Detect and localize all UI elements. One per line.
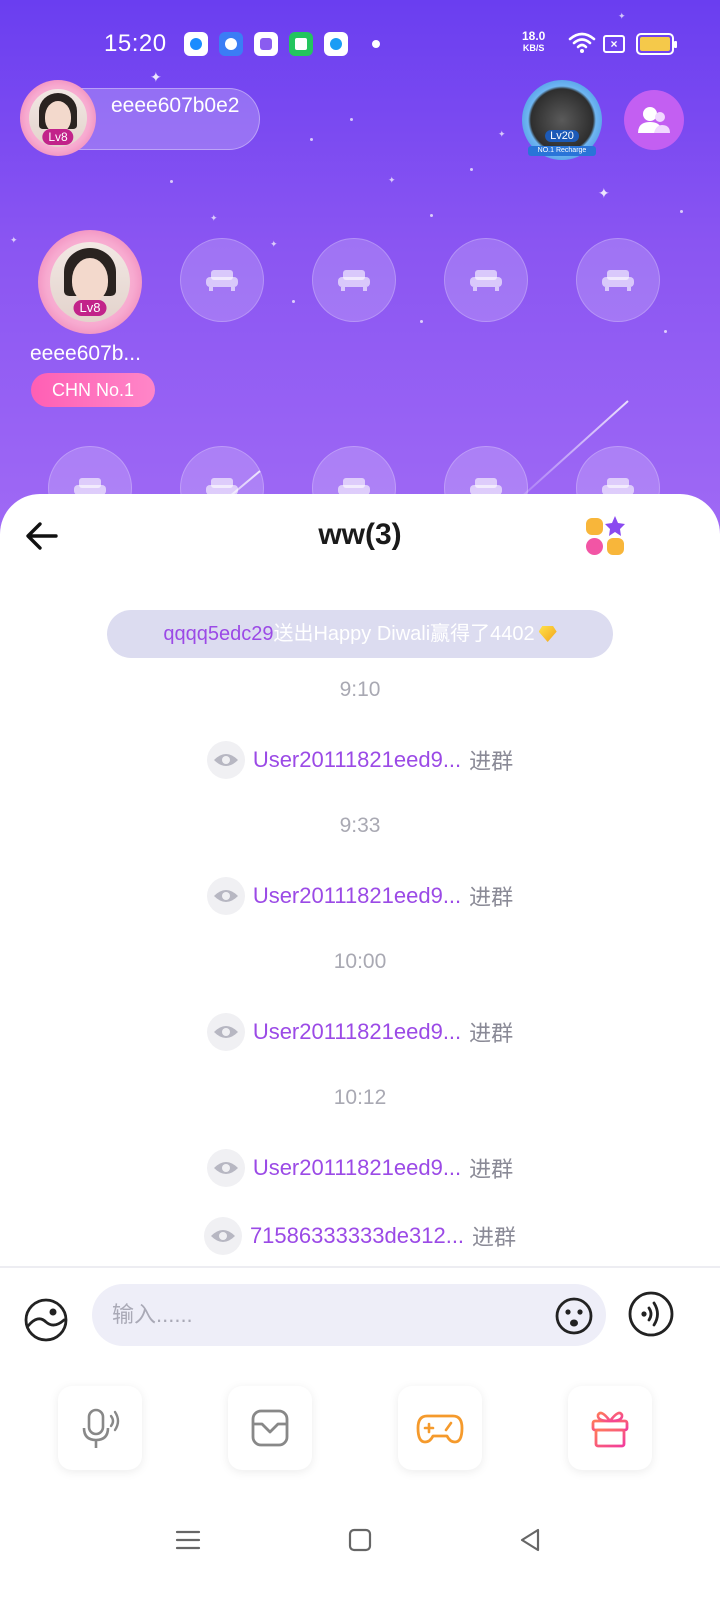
chat-header: ww(3) bbox=[0, 494, 720, 580]
group-chat-sheet: ww(3) qqqq5edc29送出Happy Diwali赢得了4402 9:… bbox=[0, 494, 720, 1600]
more-notifications-dot bbox=[372, 40, 380, 48]
gift-sender[interactable]: qqqq5edc29 bbox=[163, 623, 273, 645]
join-action: 进群 bbox=[469, 1157, 514, 1182]
rank-level: Lv20 bbox=[545, 130, 579, 142]
join-action: 进群 bbox=[469, 885, 514, 910]
app-notification-icon bbox=[184, 32, 208, 56]
eye-icon bbox=[206, 877, 245, 915]
app-notification-icon bbox=[289, 32, 313, 56]
gamepad-icon bbox=[416, 1414, 464, 1444]
network-speed-unit: KB/S bbox=[522, 43, 545, 53]
sofa-icon bbox=[338, 270, 370, 291]
empty-seat[interactable] bbox=[180, 238, 264, 322]
message-timestamp: 10:12 bbox=[333, 1086, 387, 1109]
image-icon[interactable] bbox=[22, 1296, 70, 1344]
rank-badge[interactable]: Lv20 NO.1 Recharge bbox=[522, 80, 602, 160]
rank-ribbon: NO.1 Recharge bbox=[528, 146, 596, 156]
eye-icon bbox=[206, 1149, 245, 1187]
apps-grid-icon[interactable] bbox=[584, 514, 628, 558]
wifi-icon bbox=[568, 32, 596, 53]
join-user-name[interactable]: 71586333333de312... bbox=[250, 1223, 464, 1249]
mic-icon bbox=[82, 1408, 120, 1448]
app-notification-icon bbox=[219, 32, 243, 56]
eye-icon bbox=[206, 1013, 245, 1051]
menu-icon[interactable] bbox=[170, 1522, 206, 1558]
notification-icons bbox=[184, 32, 348, 56]
star-decoration: ✦ bbox=[270, 239, 278, 249]
app-notification-icon bbox=[324, 32, 348, 56]
eye-icon bbox=[206, 741, 245, 779]
message-timestamp: 9:10 bbox=[339, 678, 381, 701]
voice-room-header: ✦ ✦ ✦ ✦ ✦ ✦ ✦ ✦ 15:20 18.0 KB/S × eeee60… bbox=[0, 0, 720, 540]
system-nav-bar bbox=[0, 1494, 720, 1600]
game-button[interactable] bbox=[398, 1386, 482, 1470]
message-input[interactable] bbox=[112, 1284, 532, 1346]
network-speed: 18.0 KB/S bbox=[522, 30, 545, 54]
seat-owner-name: eeee607b... bbox=[30, 342, 141, 365]
status-bar: 15:20 18.0 KB/S × bbox=[0, 0, 720, 90]
members-icon bbox=[638, 107, 670, 133]
sofa-icon bbox=[602, 270, 634, 291]
empty-seat[interactable] bbox=[312, 238, 396, 322]
diamond-icon bbox=[538, 626, 557, 642]
join-user-name[interactable]: User20111821eed9... bbox=[253, 747, 461, 773]
join-event-row: User20111821eed9... 进群 bbox=[0, 1012, 720, 1052]
seat-1-occupied[interactable]: Lv8 bbox=[38, 230, 142, 334]
join-user-name[interactable]: User20111821eed9... bbox=[253, 1155, 461, 1181]
composer bbox=[0, 1284, 720, 1354]
join-action: 进群 bbox=[469, 749, 514, 774]
network-speed-value: 18.0 bbox=[522, 29, 546, 43]
star-decoration: ✦ bbox=[598, 185, 610, 201]
star-decoration: ✦ bbox=[498, 129, 506, 139]
box-button[interactable] bbox=[228, 1386, 312, 1470]
message-timestamp: 10:00 bbox=[333, 950, 387, 973]
star-decoration: ✦ bbox=[10, 235, 18, 245]
emoji-icon[interactable] bbox=[554, 1296, 594, 1336]
message-timestamp: 9:33 bbox=[339, 814, 381, 837]
star-decoration: ✦ bbox=[210, 213, 218, 223]
sofa-icon bbox=[206, 270, 238, 291]
join-user-name[interactable]: User20111821eed9... bbox=[253, 1019, 461, 1045]
gift-icon bbox=[591, 1411, 629, 1448]
host-avatar[interactable]: Lv8 bbox=[20, 80, 96, 156]
host-level-tag: Lv8 bbox=[42, 129, 74, 145]
back-nav-icon[interactable] bbox=[512, 1522, 548, 1558]
app-notification-icon bbox=[254, 32, 278, 56]
star-decoration: ✦ bbox=[388, 175, 396, 185]
gift-notice: qqqq5edc29送出Happy Diwali赢得了4402 bbox=[107, 610, 613, 658]
message-input-box bbox=[92, 1284, 606, 1346]
gift-button[interactable] bbox=[568, 1386, 652, 1470]
divider bbox=[0, 1266, 720, 1268]
battery-icon bbox=[636, 33, 677, 55]
home-icon[interactable] bbox=[342, 1522, 378, 1558]
eye-icon bbox=[203, 1217, 242, 1255]
country-rank-badge: CHN No.1 bbox=[31, 373, 155, 407]
join-user-name[interactable]: User20111821eed9... bbox=[253, 883, 461, 909]
empty-seat[interactable] bbox=[444, 238, 528, 322]
empty-seat[interactable] bbox=[576, 238, 660, 322]
join-event-row: 71586333333de312... 进群 bbox=[0, 1216, 720, 1256]
members-button[interactable] bbox=[624, 90, 684, 150]
status-time: 15:20 bbox=[104, 30, 167, 57]
host-name: eeee607b0e2 bbox=[111, 94, 240, 117]
gift-text: 送出Happy Diwali赢得了4402 bbox=[273, 623, 535, 645]
join-event-row: User20111821eed9... 进群 bbox=[0, 740, 720, 780]
seat-level-tag: Lv8 bbox=[73, 300, 107, 316]
mic-button[interactable] bbox=[58, 1386, 142, 1470]
box-icon bbox=[251, 1409, 289, 1447]
join-action: 进群 bbox=[472, 1225, 517, 1250]
join-event-row: User20111821eed9... 进群 bbox=[0, 1148, 720, 1188]
no-sim-icon: × bbox=[603, 35, 625, 53]
message-list[interactable]: qqqq5edc29送出Happy Diwali赢得了4402 9:10 Use… bbox=[0, 594, 720, 1266]
sofa-icon bbox=[470, 270, 502, 291]
join-event-row: User20111821eed9... 进群 bbox=[0, 876, 720, 916]
voice-icon[interactable] bbox=[627, 1290, 675, 1338]
join-action: 进群 bbox=[469, 1021, 514, 1046]
